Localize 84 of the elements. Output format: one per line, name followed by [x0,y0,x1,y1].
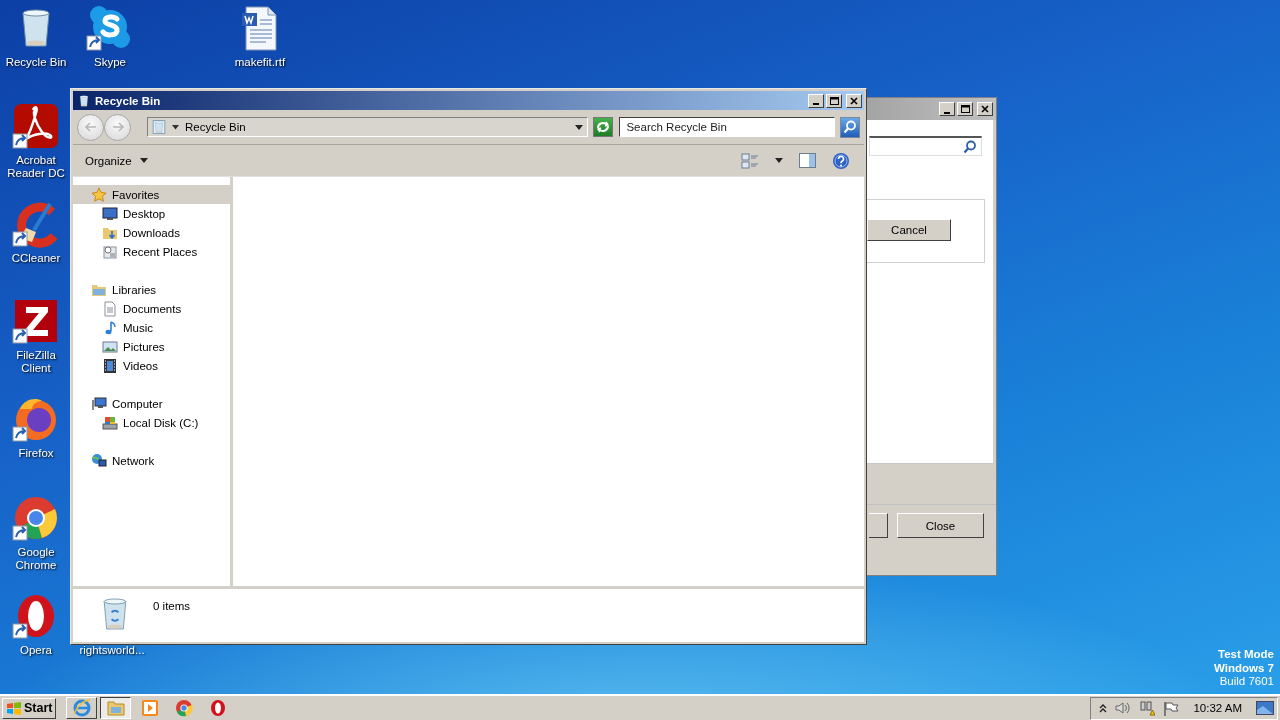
browser-icon [72,698,92,718]
caret-icon [172,124,179,130]
stamp-icon[interactable] [12,297,60,345]
network-warning-icon[interactable] [1139,700,1156,716]
taskbar-button[interactable] [100,697,132,719]
system-notice-text: Windows 7 [1214,661,1274,675]
trash-can-icon [77,93,91,108]
desktop-icon-label[interactable]: Recycle Bin [5,56,67,69]
flag-icon[interactable] [1163,700,1180,716]
nav-item[interactable]: Favorites [73,185,230,204]
clock[interactable]: 10:32 AM [1193,702,1242,714]
caret-icon[interactable] [575,124,583,130]
desktop-icon-label[interactable]: Skype [94,56,126,69]
minimize-button[interactable] [808,93,824,108]
maximize-button[interactable] [957,102,973,116]
system-notice-text: Build 7601 [1219,675,1274,689]
caret-icon[interactable] [775,158,783,163]
pdf-icon[interactable] [12,102,60,150]
desktop-icon-label[interactable]: makefit.rtf [234,56,286,69]
maximize-icon [960,104,970,114]
nav-item[interactable]: Libraries [73,280,230,299]
show-desktop-icon[interactable] [1256,701,1274,715]
document-icon [102,300,118,317]
search-icon [842,120,857,134]
chevron-up-icon[interactable] [1099,703,1108,713]
desktop-icon-label[interactable]: CCleaner [11,252,61,265]
nav-item[interactable]: Computer [73,394,230,413]
close-button[interactable] [846,93,862,108]
minimize-icon [813,103,819,105]
address-bar[interactable]: Recycle Bin [147,117,588,137]
desktop-icon-label[interactable]: Google Chrome [0,546,72,572]
button[interactable] [869,513,888,538]
picture-frame-icon [102,338,118,355]
right-arrow-icon [111,122,124,132]
nav-item[interactable]: Downloads [73,223,230,242]
maximize-icon [829,95,839,106]
close-button[interactable] [977,102,993,116]
breadcrumb[interactable]: Recycle Bin [185,121,246,133]
help-icon[interactable] [832,151,850,170]
brush-icon[interactable] [12,200,60,248]
button[interactable]: Close [897,513,984,538]
search-button[interactable] [839,116,860,138]
film-icon [102,357,118,374]
minimize-icon [944,111,950,114]
system-notice-text: Test Mode [1218,648,1274,662]
button[interactable]: Cancel [867,219,951,241]
nav-item[interactable]: Documents [73,299,230,318]
organize-button[interactable]: Organize [81,152,152,169]
refresh-button[interactable] [593,117,614,137]
nav-item[interactable]: Music [73,318,230,337]
nav-item[interactable]: Videos [73,356,230,375]
nav-item[interactable]: Network [73,451,230,470]
close-icon [849,95,859,106]
windows-logo-icon [6,700,22,716]
nav-item[interactable]: Pictures [73,337,230,356]
close-icon [980,104,990,114]
desktop-icon-label[interactable]: Acrobat Reader DC [0,154,72,180]
window-title: Recycle Bin [95,94,161,107]
refresh-icon [596,121,611,133]
nav-item[interactable]: Recent Places [73,242,230,261]
globe-icon [91,452,107,469]
search-field[interactable] [869,136,982,156]
caret-icon [139,158,148,163]
minimize-button[interactable] [939,102,955,116]
monitor-icon [102,205,118,222]
start-button[interactable]: Start [2,697,57,719]
star-icon [91,186,107,203]
preview-pane-icon[interactable] [799,153,816,168]
speaker-icon[interactable] [1115,701,1132,715]
search-icon [963,139,977,154]
trash-can-icon [152,119,166,135]
drive-icon [102,414,118,431]
desktop-icon-label[interactable]: FileZilla Client [0,349,72,375]
nav-item[interactable]: Local Disk (C:) [73,413,230,432]
left-arrow-icon [84,122,97,132]
circle-logo-icon[interactable] [12,494,60,542]
desktop-icon-label[interactable]: Opera [20,644,52,657]
search-field[interactable]: Search Recycle Bin [619,117,835,137]
maximize-button[interactable] [826,93,842,108]
nav-item[interactable]: Desktop [73,204,230,223]
desktop-icon-label[interactable]: rightsworld... [79,644,145,657]
desktop-icon-label[interactable]: Firefox [18,447,54,460]
computer-icon [91,395,107,412]
item-count: 0 items [153,600,191,612]
